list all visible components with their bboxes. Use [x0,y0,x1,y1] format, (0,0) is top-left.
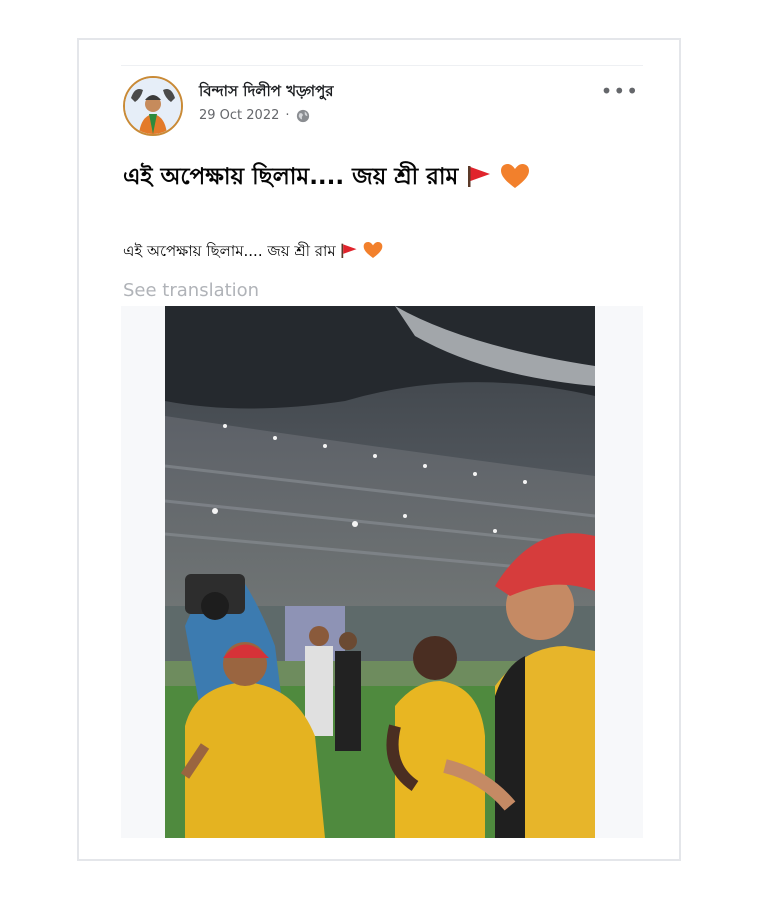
author-name[interactable]: বিন্দাস দিলীপ খড়্গপুর [199,80,334,105]
red-flag-icon [341,243,357,258]
see-translation-link[interactable]: See translation [123,280,259,301]
meta-separator: · [285,108,290,123]
post-title-text: এই অপেক্ষায় ছিলাম.... জয় শ্রী রাম [123,164,459,190]
post-content: বিন্দাস দিলীপ খড়্গপুর 29 Oct 2022 · •••… [121,40,643,859]
post-card: বিন্দাস দিলীপ খড়্গপুর 29 Oct 2022 · •••… [77,38,681,861]
post-title: এই অপেক্ষায় ছিলাম.... জয় শ্রী রাম [123,156,543,198]
video-frame [165,306,595,838]
media-container [121,306,643,838]
orange-heart-icon [501,164,530,188]
avatar[interactable] [123,76,183,136]
post-video[interactable] [165,306,595,838]
globe-icon [296,109,309,122]
red-flag-icon [468,166,491,187]
orange-heart-icon [363,242,383,258]
post-date[interactable]: 29 Oct 2022 [199,108,279,123]
divider [121,65,643,66]
post-meta: 29 Oct 2022 · [199,108,310,123]
more-options-icon[interactable]: ••• [601,81,639,101]
post-body: এই অপেক্ষায় ছিলাম.... জয় শ্রী রাম [123,240,383,265]
post-body-text: এই অপেক্ষায় ছিলাম.... জয় শ্রী রাম [123,242,336,260]
